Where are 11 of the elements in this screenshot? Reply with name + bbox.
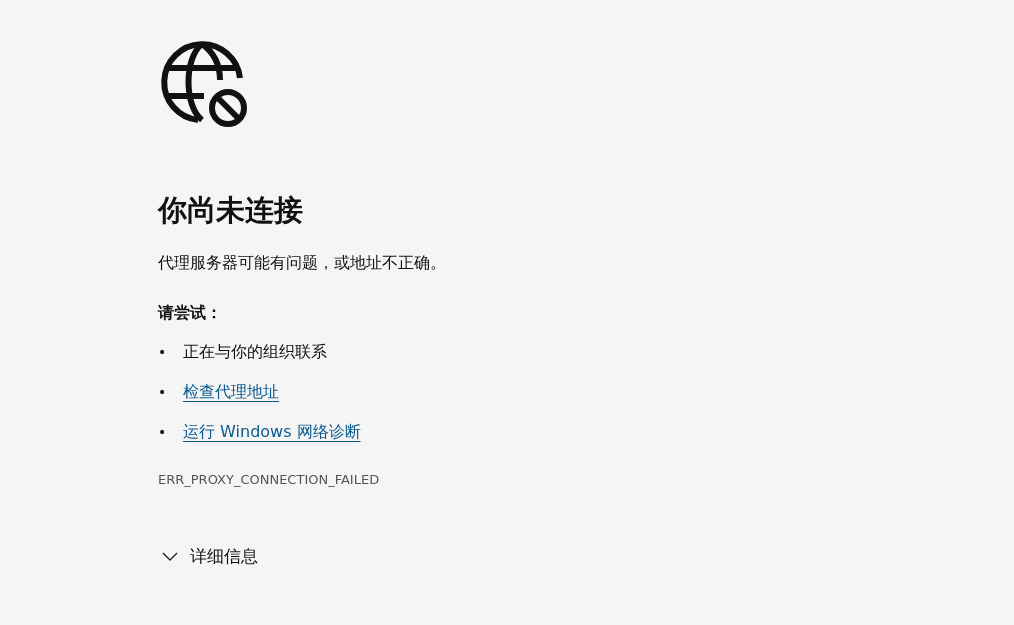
page-title: 你尚未连接: [158, 192, 304, 228]
suggestion-link[interactable]: 检查代理地址: [183, 381, 279, 403]
suggestion-link[interactable]: 运行 Windows 网络诊断: [183, 421, 361, 443]
error-message: 代理服务器可能有问题，或地址不正确。: [158, 252, 447, 274]
bullet: •: [158, 344, 168, 360]
bullet: •: [158, 384, 168, 400]
suggestion-text: 正在与你的组织联系: [183, 341, 327, 363]
bullet: •: [158, 424, 168, 440]
suggestions-heading: 请尝试：: [158, 302, 223, 324]
error-code: ERR_PROXY_CONNECTION_FAILED: [158, 472, 381, 487]
details-toggle[interactable]: 详细信息: [162, 545, 258, 568]
